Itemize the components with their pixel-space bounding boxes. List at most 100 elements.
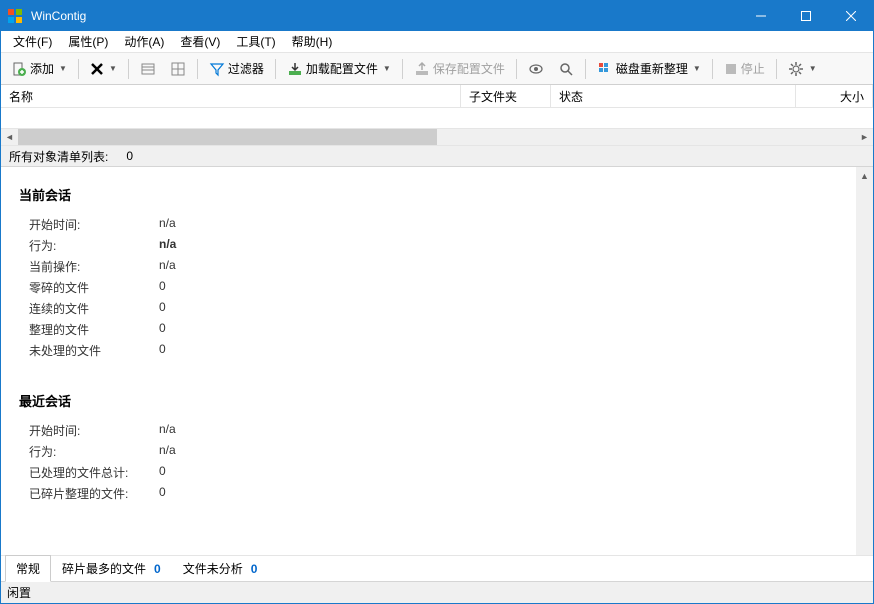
session-panel: 当前会话 开始时间:n/a 行为:n/a 当前操作:n/a 零碎的文件0 连续的…: [1, 167, 873, 555]
titlebar: WinContig: [1, 1, 873, 31]
separator: [275, 59, 276, 79]
window-controls: [738, 1, 873, 31]
maximize-button[interactable]: [783, 1, 828, 31]
menu-attributes[interactable]: 属性(P): [60, 31, 116, 52]
load-icon: [287, 61, 303, 77]
view-grid-button[interactable]: [164, 57, 192, 81]
list-icon: [140, 61, 156, 77]
separator: [78, 59, 79, 79]
settings-button[interactable]: ▼: [782, 57, 823, 81]
menu-tools[interactable]: 工具(T): [228, 31, 283, 52]
col-name[interactable]: 名称: [1, 85, 461, 107]
processed-total-value: 0: [159, 464, 166, 481]
menubar: 文件(F) 属性(P) 动作(A) 查看(V) 工具(T) 帮助(H): [1, 31, 873, 53]
app-window: WinContig 文件(F) 属性(P) 动作(A) 查看(V) 工具(T) …: [0, 0, 874, 604]
unprocessed-label: 未处理的文件: [29, 342, 159, 359]
close-button[interactable]: [828, 1, 873, 31]
start-time-value: n/a: [159, 216, 176, 233]
menu-help[interactable]: 帮助(H): [284, 31, 341, 52]
chevron-down-icon: ▼: [809, 64, 817, 73]
separator: [516, 59, 517, 79]
scroll-up-arrow[interactable]: ▲: [856, 167, 873, 184]
horizontal-scrollbar[interactable]: ◄ ►: [1, 128, 873, 145]
scroll-right-arrow[interactable]: ►: [856, 129, 873, 146]
scroll-track[interactable]: [18, 129, 856, 145]
recent-start-time-value: n/a: [159, 422, 176, 439]
tab-most-fragmented[interactable]: 碎片最多的文件 0: [51, 555, 172, 581]
analyze-button[interactable]: [522, 57, 550, 81]
separator: [197, 59, 198, 79]
status-text: 闲置: [7, 584, 31, 601]
window-title: WinContig: [29, 9, 738, 23]
eye-icon: [528, 61, 544, 77]
separator: [712, 59, 713, 79]
toolbar: 添加 ▼ ▼ 过滤器 加载配置文件 ▼ 保存配置文件: [1, 53, 873, 85]
col-size[interactable]: 大小: [796, 85, 873, 107]
menu-action[interactable]: 动作(A): [116, 31, 172, 52]
bottom-tabs: 常规 碎片最多的文件 0 文件未分析 0: [1, 555, 873, 581]
search-icon: [558, 61, 574, 77]
file-list: [1, 108, 873, 128]
save-icon: [414, 61, 430, 77]
defragged-value: 0: [159, 321, 166, 338]
tab-not-analyzed-label: 文件未分析: [183, 560, 243, 577]
delete-button[interactable]: ▼: [84, 58, 123, 80]
filter-button[interactable]: 过滤器: [203, 56, 270, 81]
filter-icon: [209, 61, 225, 77]
list-status-count: 0: [126, 149, 133, 163]
behavior-value: n/a: [159, 237, 176, 254]
stop-button[interactable]: 停止: [718, 56, 771, 81]
current-op-value: n/a: [159, 258, 176, 275]
col-status[interactable]: 状态: [551, 85, 796, 107]
recent-session-title: 最近会话: [19, 391, 855, 410]
menu-file[interactable]: 文件(F): [5, 31, 60, 52]
statusbar: 闲置: [1, 581, 873, 603]
gear-icon: [788, 61, 804, 77]
tab-general-label: 常规: [16, 560, 40, 577]
separator: [585, 59, 586, 79]
contiguous-value: 0: [159, 300, 166, 317]
add-button[interactable]: 添加 ▼: [5, 56, 73, 81]
view-list-button[interactable]: [134, 57, 162, 81]
defragged-files-value: 0: [159, 485, 166, 502]
save-config-label: 保存配置文件: [433, 60, 505, 77]
tab-general[interactable]: 常规: [5, 555, 51, 582]
menu-view[interactable]: 查看(V): [172, 31, 228, 52]
contiguous-label: 连续的文件: [29, 300, 159, 317]
separator: [128, 59, 129, 79]
chevron-down-icon: ▼: [59, 64, 67, 73]
chevron-down-icon: ▼: [109, 64, 117, 73]
separator: [776, 59, 777, 79]
fragmented-label: 零碎的文件: [29, 279, 159, 296]
recent-start-time-label: 开始时间:: [29, 422, 159, 439]
vertical-scrollbar[interactable]: ▲: [856, 167, 873, 555]
filter-label: 过滤器: [228, 60, 264, 77]
defragged-label: 整理的文件: [29, 321, 159, 338]
tab-most-fragmented-label: 碎片最多的文件: [62, 560, 146, 577]
search-button[interactable]: [552, 57, 580, 81]
tab-not-analyzed[interactable]: 文件未分析 0: [172, 555, 269, 581]
defrag-button[interactable]: 磁盘重新整理 ▼: [591, 56, 707, 81]
scroll-left-arrow[interactable]: ◄: [1, 129, 18, 146]
defrag-label: 磁盘重新整理: [616, 60, 688, 77]
list-status-label: 所有对象清单列表:: [9, 148, 108, 165]
minimize-button[interactable]: [738, 1, 783, 31]
recent-behavior-value: n/a: [159, 443, 176, 460]
chevron-down-icon: ▼: [383, 64, 391, 73]
load-config-button[interactable]: 加载配置文件 ▼: [281, 56, 397, 81]
behavior-label: 行为:: [29, 237, 159, 254]
grid-icon: [170, 61, 186, 77]
x-icon: [90, 62, 104, 76]
col-subfolder[interactable]: 子文件夹: [461, 85, 551, 107]
load-config-label: 加载配置文件: [306, 60, 378, 77]
start-time-label: 开始时间:: [29, 216, 159, 233]
scroll-thumb[interactable]: [18, 129, 437, 145]
app-icon: [7, 8, 23, 24]
chevron-down-icon: ▼: [693, 64, 701, 73]
defrag-icon: [597, 61, 613, 77]
defragged-files-label: 已碎片整理的文件:: [29, 485, 159, 502]
add-label: 添加: [30, 60, 54, 77]
list-status-line: 所有对象清单列表: 0: [1, 145, 873, 167]
save-config-button[interactable]: 保存配置文件: [408, 56, 511, 81]
add-file-icon: [11, 61, 27, 77]
